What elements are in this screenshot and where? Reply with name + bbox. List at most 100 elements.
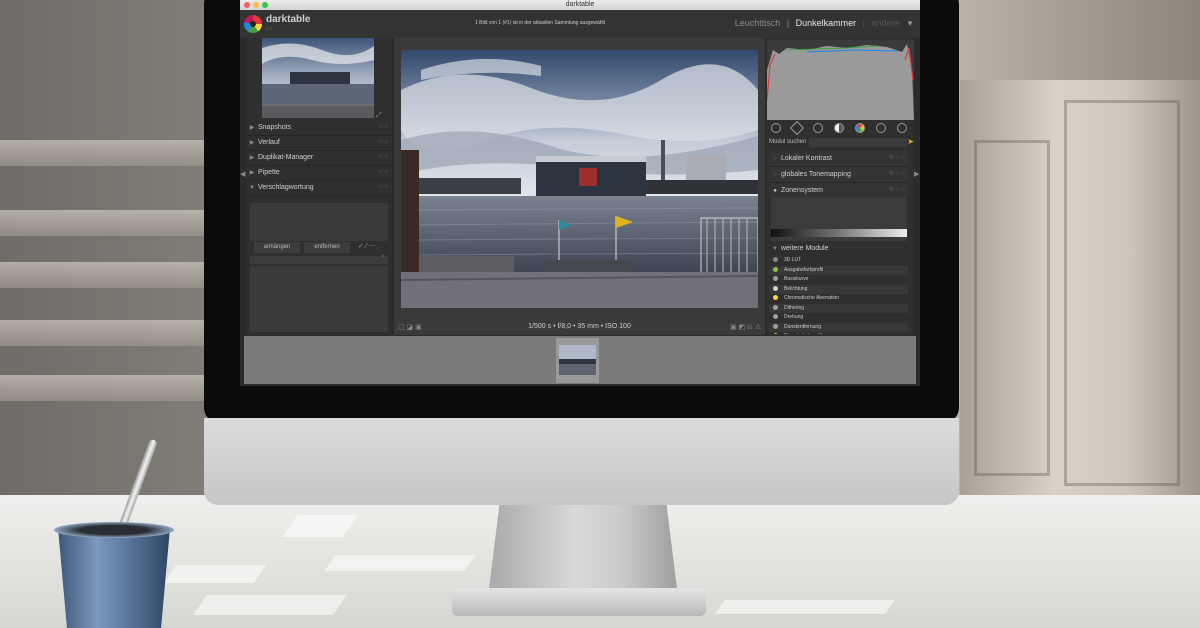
module-duplicate-manager[interactable]: ▶ Duplikat-Manager ○ ○	[246, 150, 392, 166]
filmstrip	[244, 336, 916, 384]
reset-icon[interactable]: ○ ○	[379, 150, 388, 165]
more-module-label: Belichtung	[784, 285, 808, 292]
window-title: darktable	[565, 1, 595, 8]
wall-slat	[0, 262, 205, 288]
tag-button-row: anhängen entfernen ✓ ⁄ ⋯	[250, 242, 388, 254]
more-module-label: 3D LUT	[784, 257, 802, 263]
expand-arrow-icon: ▶	[249, 170, 255, 176]
more-module-item[interactable]: Drehung	[769, 313, 908, 323]
module-color-picker[interactable]: ▶ Pipette ○ ○	[246, 165, 392, 181]
exif-info: 1/500 s • f/8,0 • 35 mm • ISO 100	[528, 323, 631, 330]
power-group-icon[interactable]	[771, 123, 781, 133]
correct-group-icon[interactable]	[876, 123, 886, 133]
module-search: Modul suchen ➤	[767, 137, 914, 148]
zone-system-preview[interactable]	[771, 197, 907, 241]
more-module-label: Drehung	[784, 314, 804, 320]
module-controls-icon[interactable]: ⟲ ○ ○	[888, 151, 904, 166]
more-module-label: Dunstentfernung	[784, 323, 821, 330]
view-switcher: Leuchttisch | Dunkelkammer | andere ▼	[731, 18, 914, 28]
more-module-item[interactable]: Dunstentfernung	[769, 322, 908, 332]
expand-arrow-icon: ▶	[249, 140, 255, 146]
collapse-arrow-icon: ▼	[772, 246, 778, 252]
effect-group-icon[interactable]	[897, 123, 907, 133]
base-group-icon[interactable]	[813, 123, 823, 133]
app-window: darktable darktable 2.0 1 Bild von 1 (#1…	[240, 0, 920, 386]
module-controls-icon[interactable]: ⟲ ○ ○	[888, 167, 904, 182]
power-icon[interactable]: ○	[769, 168, 781, 183]
view-other[interactable]: andere	[872, 18, 900, 28]
photo-canvas[interactable]	[401, 50, 758, 308]
module-controls-icon[interactable]: ⟲ ○ ○	[888, 183, 904, 198]
view-lighttable[interactable]: Leuchttisch	[735, 18, 781, 28]
attached-tags-list[interactable]	[250, 203, 388, 241]
view-separator: |	[786, 18, 790, 28]
more-module-item[interactable]: Dithering	[769, 303, 908, 313]
wall-slat	[0, 320, 205, 346]
module-status-icon	[773, 314, 778, 320]
chevron-down-icon[interactable]: ▼	[906, 19, 914, 28]
softproof-toggle-icons[interactable]: ▣ ◩ ⎌ ⚠	[730, 323, 761, 332]
top-header: darktable 2.0 1 Bild von 1 (#1) ist in d…	[240, 10, 920, 38]
reset-icon[interactable]: ○ ○	[379, 120, 388, 135]
module-history[interactable]: ▶ Verlauf ○ ○	[246, 135, 392, 151]
power-icon[interactable]: ○	[769, 152, 781, 167]
window-titlebar: darktable	[240, 0, 920, 10]
module-status-icon	[773, 285, 778, 291]
module-tagging[interactable]: ▼ Verschlagwortung ○ ○	[246, 180, 392, 196]
more-module-item[interactable]: Ausgabefarbprofil	[769, 265, 908, 275]
view-separator: |	[862, 18, 866, 28]
tone-group-icon[interactable]	[834, 123, 844, 133]
minimize-window-button[interactable]	[253, 2, 259, 8]
module-search-input[interactable]	[809, 138, 907, 147]
reset-icon[interactable]: ○ ○	[379, 135, 388, 150]
module-search-label: Modul suchen	[769, 139, 807, 145]
filmstrip-thumbnail[interactable]	[556, 338, 599, 383]
attach-tag-button[interactable]: anhängen	[254, 242, 300, 253]
more-module-label: Ausgabefarbprofil	[784, 266, 824, 273]
monitor-chin	[204, 418, 959, 505]
view-darkroom[interactable]: Dunkelkammer	[796, 18, 857, 28]
wall-panel	[960, 80, 1200, 500]
more-module-item[interactable]: Chromatische Aberration	[769, 294, 908, 304]
more-module-item[interactable]: Eingabefarbprofil	[769, 332, 908, 334]
close-window-button[interactable]	[244, 2, 250, 8]
more-module-item[interactable]: 3D LUT	[769, 256, 908, 266]
navigator-preview[interactable]	[262, 38, 374, 118]
reset-icon[interactable]: ○ ○	[379, 165, 388, 180]
module-global-tonemap[interactable]: ○ globales Tonemapping ⟲ ○ ○	[769, 167, 908, 183]
monitor-stand-foot	[452, 588, 706, 616]
more-module-item[interactable]: Basiskurve	[769, 275, 908, 285]
zoom-window-button[interactable]	[262, 2, 268, 8]
app-version: 2.0	[266, 26, 272, 31]
more-modules-list: 3D LUT Ausgabefarbprofil Basiskurve Belicht…	[769, 256, 908, 334]
module-group-tabs	[767, 120, 914, 136]
histogram[interactable]	[766, 40, 914, 120]
module-snapshots[interactable]: ▶ Snapshots ○ ○	[246, 120, 392, 136]
expand-arrow-icon: ▶	[249, 155, 255, 161]
module-local-contrast[interactable]: ○ Lokaler Kontrast ⟲ ○ ○	[769, 151, 908, 167]
more-module-item[interactable]: Belichtung	[769, 284, 908, 294]
center-view: ▢ ◪ ▣ 1/500 s • f/8,0 • 35 mm • ISO 100 …	[394, 38, 765, 335]
module-status-icon	[773, 295, 778, 301]
tag-entry-field[interactable]: ×	[250, 254, 388, 264]
monitor-stand-neck	[488, 505, 678, 597]
expand-arrow-icon: ▶	[249, 125, 255, 131]
more-modules-header[interactable]: ▼ weitere Module	[769, 243, 908, 255]
reset-icon[interactable]: ○ ○	[379, 180, 388, 195]
cursor-icon: ➤	[907, 137, 914, 146]
cup-rim	[54, 522, 174, 538]
darktable-logo-icon	[244, 15, 262, 33]
right-panel: Modul suchen ➤ ○ Lokaler Kontrast ⟲ ○ ○ ○…	[766, 38, 914, 335]
collapse-right-panel-icon[interactable]: ▶	[914, 170, 919, 178]
wall-slat	[0, 375, 205, 401]
tag-dictionary-list[interactable]	[250, 266, 388, 332]
color-group-icon[interactable]	[855, 123, 865, 133]
favorites-group-icon[interactable]	[789, 120, 805, 136]
clear-icon[interactable]: ×	[381, 254, 385, 260]
expand-icon[interactable]: ⤢	[376, 112, 382, 120]
more-module-label: Eingabefarbprofil	[784, 333, 822, 334]
tag-toggle-icons[interactable]: ✓ ⁄ ⋯	[358, 242, 376, 250]
detach-tag-button[interactable]: entfernen	[304, 242, 350, 253]
module-status-icon	[773, 257, 778, 263]
collapse-left-panel-icon[interactable]: ◀	[240, 170, 245, 178]
